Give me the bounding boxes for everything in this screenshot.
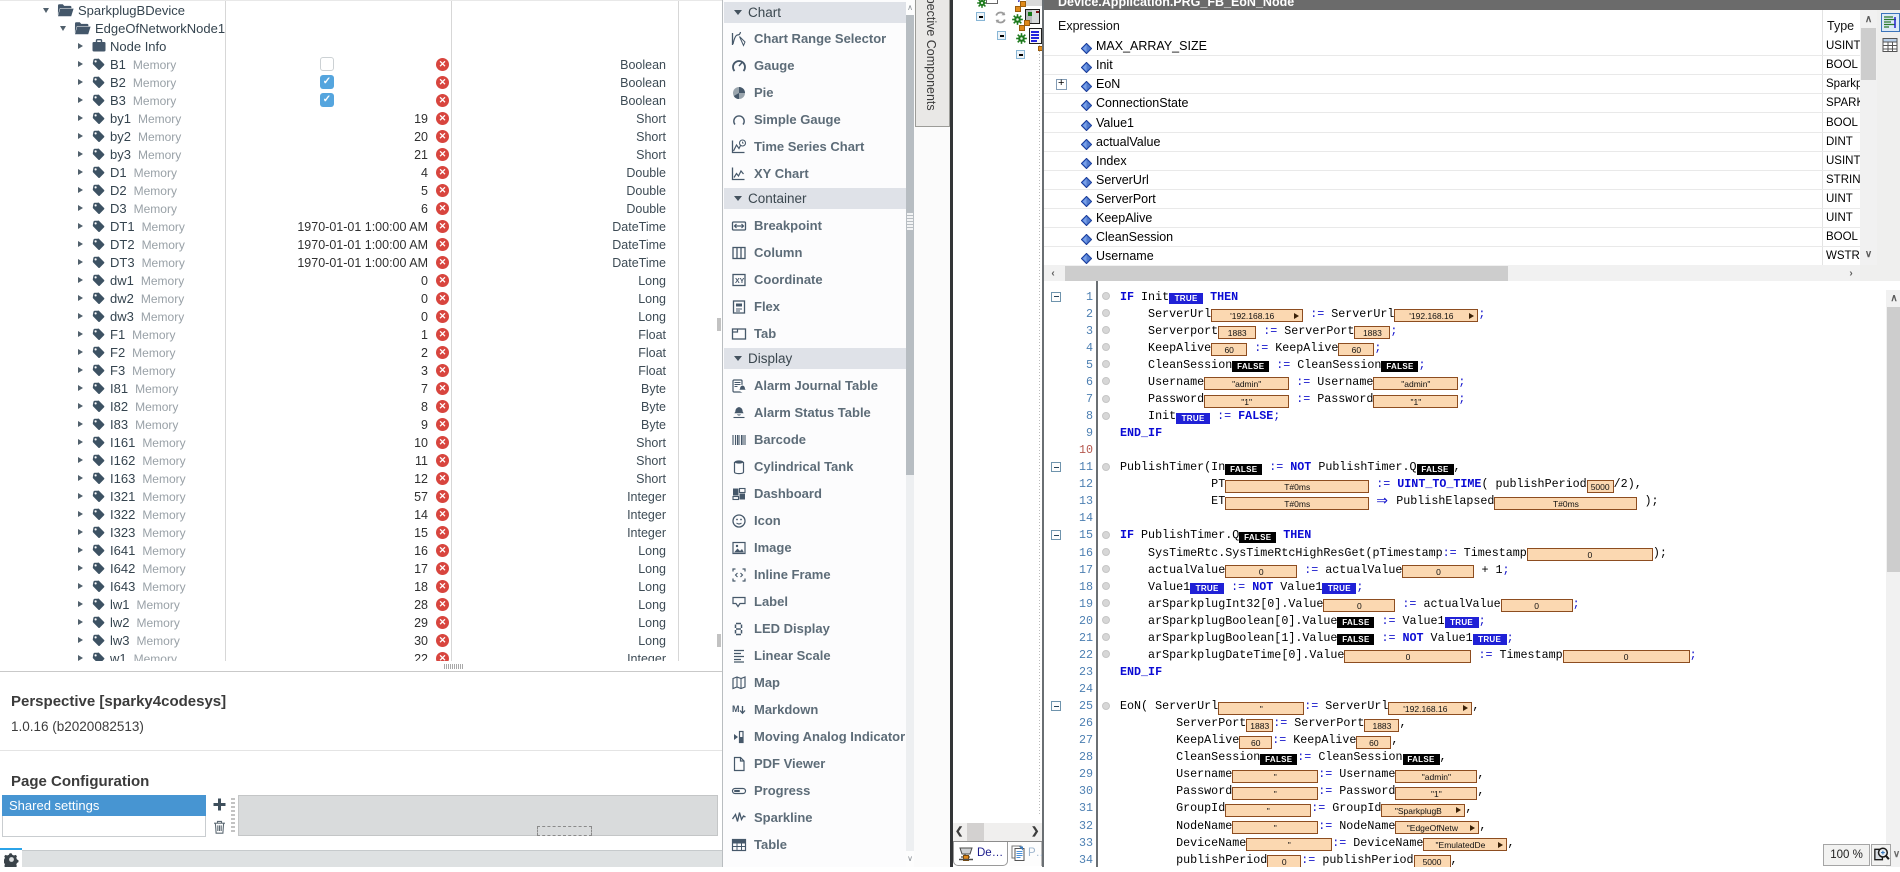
svg-text:XY: XY bbox=[735, 278, 745, 285]
svg-text:M: M bbox=[732, 704, 740, 714]
